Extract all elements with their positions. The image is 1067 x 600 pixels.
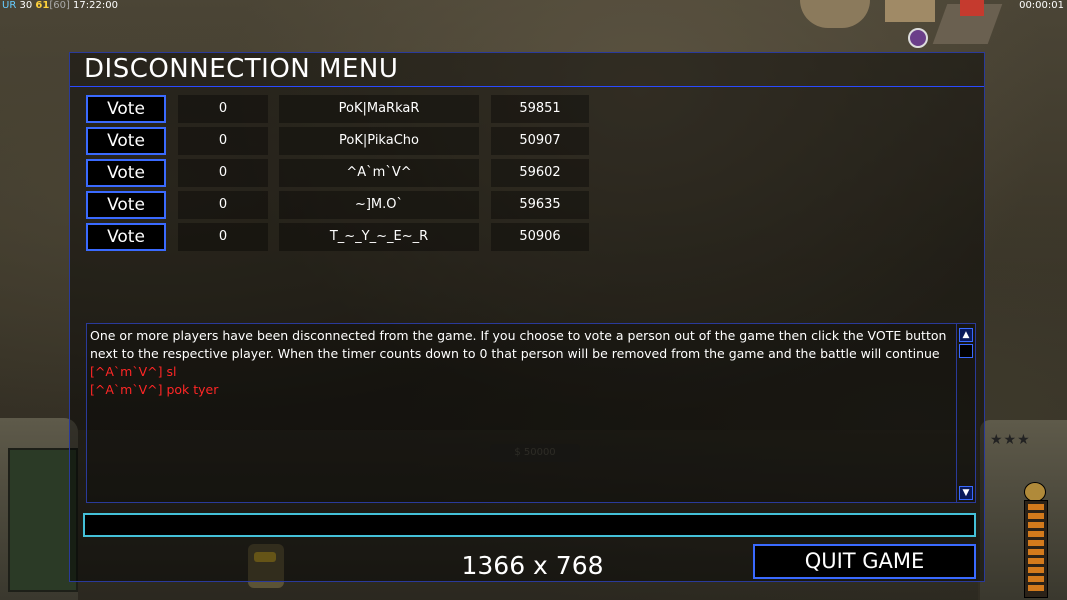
fps-value: 61 [35,0,50,11]
chat-message: [^A`m`V^] sl [90,364,177,379]
scroll-thumb[interactable] [959,344,973,358]
ur-value: 30 [19,0,33,11]
vote-count: 0 [178,127,268,155]
building [885,0,935,22]
power-meter [1024,500,1048,598]
building [960,0,984,16]
title-bar: DISCONNECTION MENU [70,53,984,87]
vote-button[interactable]: Vote [86,223,166,251]
player-name: PoK|MaRkaR [279,95,479,123]
scroll-up-icon[interactable]: ▲ [959,328,973,342]
clock: 17:22:00 [73,0,118,11]
vote-count: 0 [178,191,268,219]
player-name: ~]M.O` [279,191,479,219]
player-ping: 50906 [491,223,589,251]
base-structures [790,0,1020,50]
vote-count: 0 [178,223,268,251]
ur-label: UR [2,0,17,11]
chat-input[interactable] [83,513,976,537]
building [800,0,870,28]
scroll-down-icon[interactable]: ▼ [959,486,973,500]
radar-screen [8,448,78,592]
resolution-label: 1366 x 768 [461,551,604,580]
game-timer: 00:00:01 [1019,0,1064,11]
player-ping: 59602 [491,159,589,187]
vote-count: 0 [178,95,268,123]
rank-stars-icon: ★★★ [990,432,1031,448]
dialog-title: DISCONNECTION MENU [84,54,399,84]
chat-scrollbar[interactable]: ▲ ▼ [956,324,975,502]
power-icon [1024,482,1046,502]
player-name: PoK|PikaCho [279,127,479,155]
vote-button[interactable]: Vote [86,95,166,123]
player-ping: 50907 [491,127,589,155]
chat-message: [^A`m`V^] pok tyer [90,382,219,397]
faction-emblem-icon [908,28,928,48]
vote-button[interactable]: Vote [86,191,166,219]
vote-button[interactable]: Vote [86,127,166,155]
vote-button[interactable]: Vote [86,159,166,187]
chat-text: One or more players have been disconnect… [90,327,950,399]
system-message: One or more players have been disconnect… [90,328,947,361]
fps-cap: [60] [49,0,70,11]
performance-readout: UR 30 61[60] 17:22:00 [2,0,118,12]
player-name: T_~_Y_~_E~_R [279,223,479,251]
disconnection-dialog: DISCONNECTION MENU Vote 0 PoK|MaRkaR 598… [69,52,985,582]
chat-log[interactable]: One or more players have been disconnect… [86,323,976,503]
player-ping: 59851 [491,95,589,123]
radar-panel [0,418,78,600]
player-name: ^A`m`V^ [279,159,479,187]
quit-game-button[interactable]: QUIT GAME [753,544,976,579]
vote-count: 0 [178,159,268,187]
player-ping: 59635 [491,191,589,219]
